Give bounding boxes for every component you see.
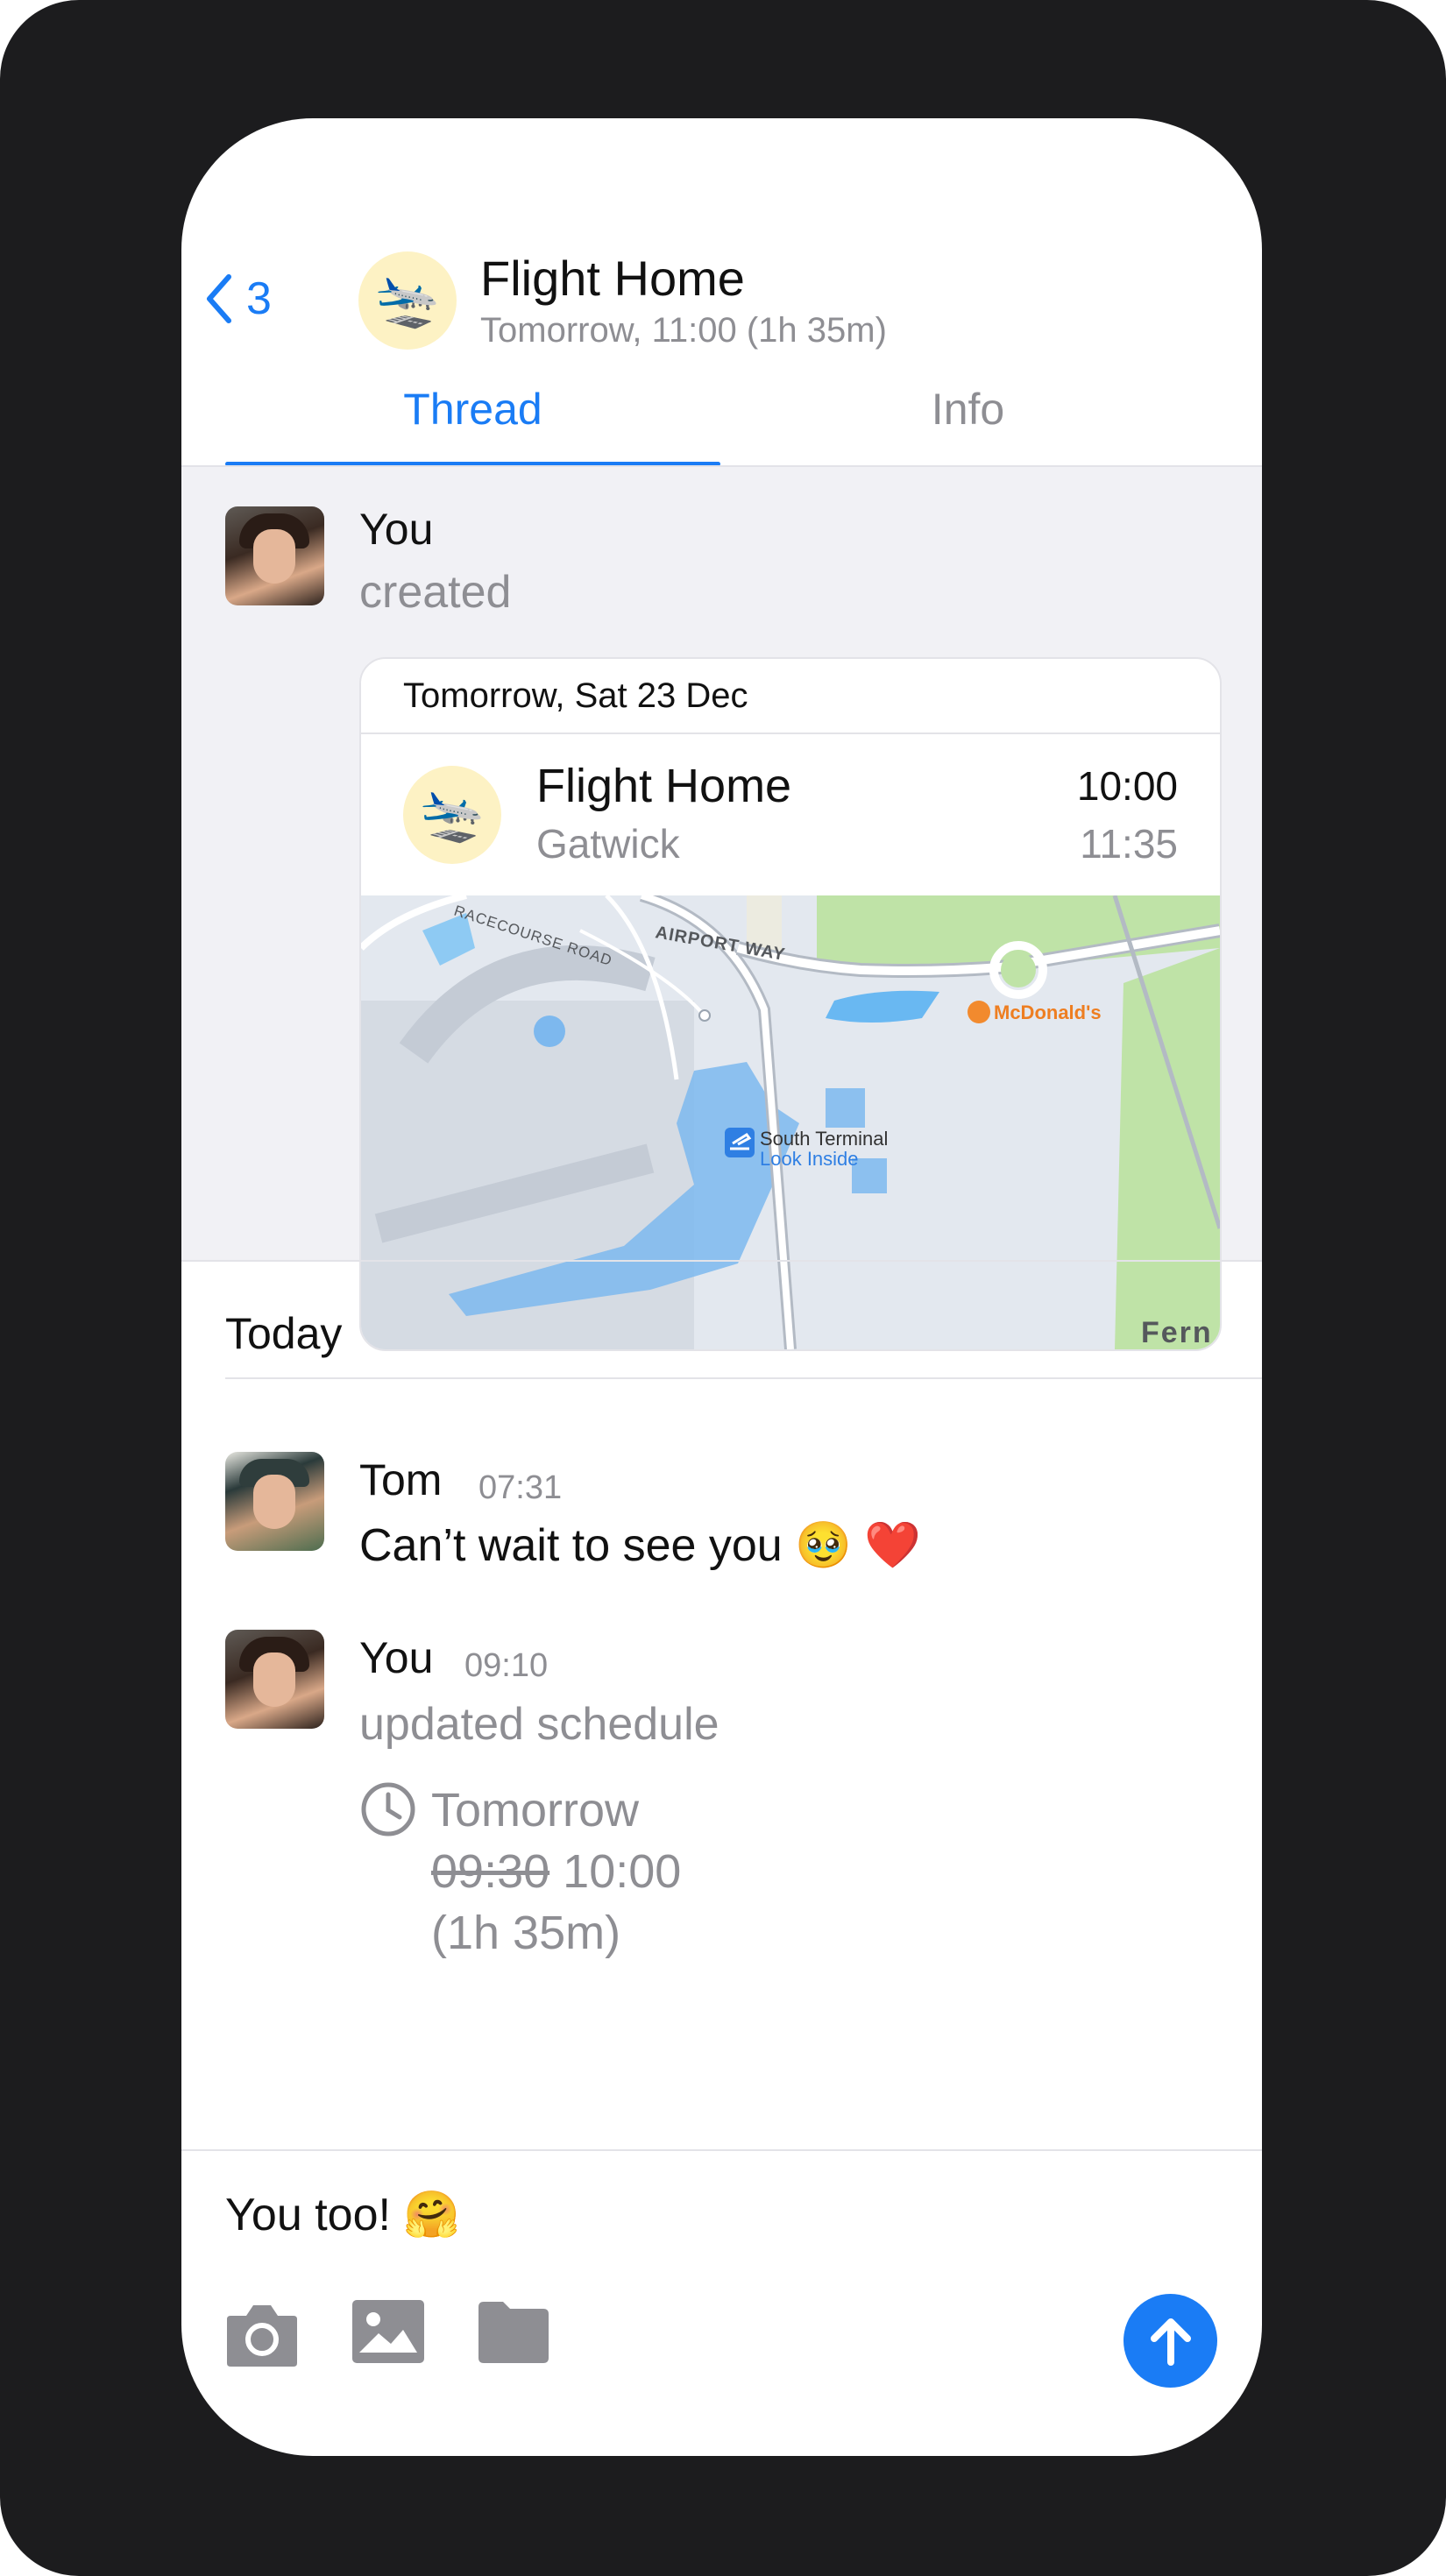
schedule-old-time: 09:30 bbox=[431, 1845, 550, 1898]
folder-icon[interactable] bbox=[475, 2300, 550, 2363]
divider bbox=[181, 1260, 1262, 1262]
event-title: Flight Home bbox=[536, 760, 792, 812]
action-text: created bbox=[359, 567, 512, 618]
event-card-avatar: 🛬 bbox=[403, 766, 501, 864]
send-button[interactable] bbox=[1123, 2294, 1217, 2388]
divider bbox=[225, 1377, 1262, 1379]
avatar-you[interactable] bbox=[225, 506, 324, 605]
event-end-time: 11:35 bbox=[1080, 821, 1178, 867]
schedule-duration: (1h 35m) bbox=[431, 1907, 621, 1959]
section-header-today: Today bbox=[225, 1309, 343, 1358]
airplane-arrival-icon: 🛬 bbox=[419, 785, 486, 844]
divider bbox=[361, 732, 1220, 734]
restaurant-icon bbox=[968, 1001, 990, 1023]
event-avatar: 🛬 bbox=[358, 251, 457, 350]
divider bbox=[181, 2149, 1262, 2151]
airplane-arrival-icon: 🛬 bbox=[374, 271, 441, 329]
location-map[interactable]: RACECOURSE ROAD AIRPORT WAY McDonald's S… bbox=[361, 895, 1220, 1349]
message-author: You bbox=[359, 1633, 434, 1682]
map-poi-label: McDonald's bbox=[994, 1001, 1102, 1023]
message-input[interactable]: You too! 🤗 bbox=[225, 2188, 460, 2241]
map-place-label: Fern bbox=[1141, 1316, 1213, 1349]
back-button[interactable]: 3 bbox=[202, 272, 272, 326]
schedule-times: 09:30 10:00 bbox=[431, 1844, 681, 1899]
image-icon[interactable] bbox=[352, 2300, 424, 2363]
schedule-new-time: 10:00 bbox=[563, 1845, 682, 1898]
clock-icon bbox=[361, 1782, 415, 1836]
page-title: Flight Home bbox=[480, 251, 745, 306]
avatar-you[interactable] bbox=[225, 1630, 324, 1729]
event-card[interactable]: Tomorrow, Sat 23 Dec 🛬 Flight Home Gatwi… bbox=[359, 657, 1222, 1351]
camera-icon[interactable] bbox=[225, 2300, 299, 2368]
event-location: Gatwick bbox=[536, 821, 680, 867]
tab-thread[interactable]: Thread bbox=[225, 384, 720, 435]
map-terminal-link[interactable]: Look Inside bbox=[760, 1148, 859, 1170]
device-frame: 3 🛬 Flight Home Tomorrow, 11:00 (1h 35m)… bbox=[0, 0, 1446, 2576]
action-text: updated schedule bbox=[359, 1699, 719, 1750]
back-count: 3 bbox=[246, 273, 272, 324]
avatar-tom[interactable] bbox=[225, 1452, 324, 1551]
app-screen: 3 🛬 Flight Home Tomorrow, 11:00 (1h 35m)… bbox=[181, 118, 1262, 2456]
event-start-time: 10:00 bbox=[1076, 763, 1178, 809]
tab-info[interactable]: Info bbox=[720, 384, 1216, 435]
message-time: 07:31 bbox=[478, 1469, 563, 1506]
schedule-day: Tomorrow bbox=[431, 1784, 640, 1836]
message-time: 09:10 bbox=[464, 1647, 549, 1684]
map-terminal-label: South Terminal bbox=[760, 1128, 888, 1150]
event-date: Tomorrow, Sat 23 Dec bbox=[403, 676, 748, 715]
chevron-left-icon bbox=[207, 274, 231, 323]
message-text: Can’t wait to see you 🥹 ❤️ bbox=[359, 1520, 922, 1571]
message-author: Tom bbox=[359, 1455, 443, 1504]
arrow-up-icon bbox=[1150, 2318, 1191, 2366]
page-subtitle: Tomorrow, 11:00 (1h 35m) bbox=[480, 311, 887, 350]
author-name: You bbox=[359, 505, 434, 554]
